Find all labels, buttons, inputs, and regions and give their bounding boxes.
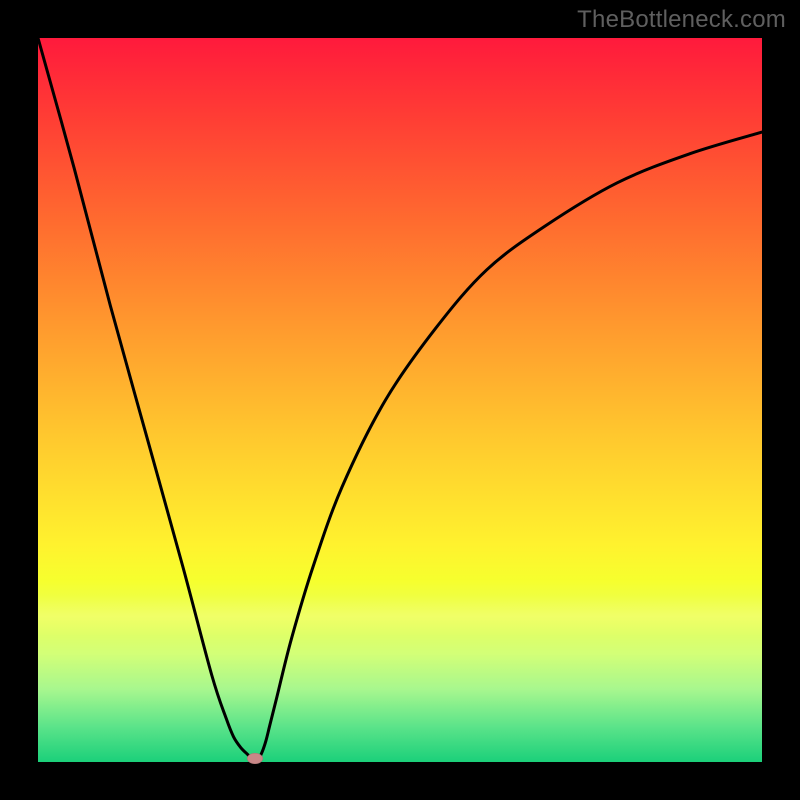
minimum-marker (247, 753, 263, 764)
plot-area (38, 38, 762, 762)
bottleneck-curve (38, 38, 762, 762)
watermark-text: TheBottleneck.com (577, 6, 786, 34)
chart-frame: TheBottleneck.com (0, 0, 800, 800)
